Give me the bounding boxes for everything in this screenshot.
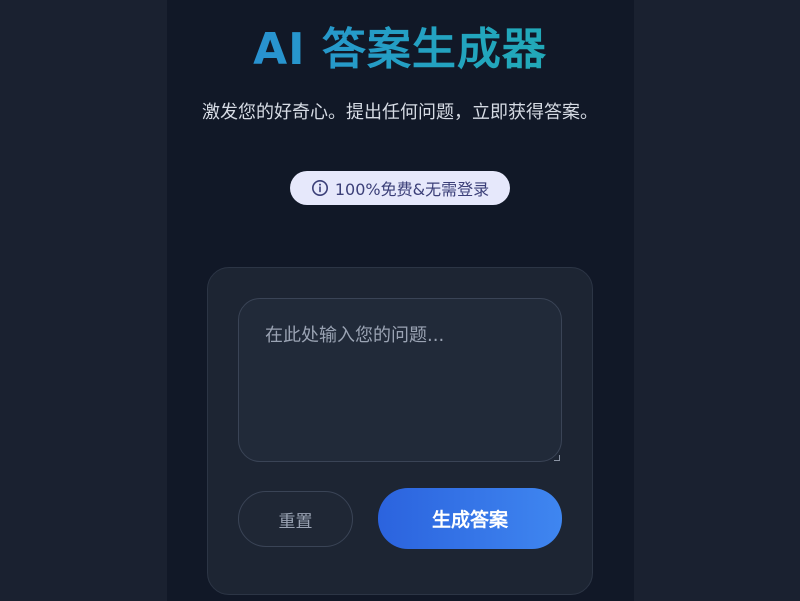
page: AI 答案生成器 激发您的好奇心。提出任何问题，立即获得答案。 100%免费&无… (0, 0, 800, 601)
badge-text: 100%免费&无需登录 (334, 180, 490, 199)
reset-button[interactable]: 重置 (238, 491, 353, 547)
generate-answer-button[interactable]: 生成答案 (378, 488, 562, 549)
info-icon (311, 179, 329, 197)
free-badge: 100%免费&无需登录 (290, 171, 510, 205)
resize-handle[interactable] (554, 455, 560, 461)
question-input[interactable] (238, 298, 562, 462)
page-subtitle: 激发您的好奇心。提出任何问题，立即获得答案。 (202, 102, 598, 123)
page-title: AI 答案生成器 (0, 22, 800, 78)
